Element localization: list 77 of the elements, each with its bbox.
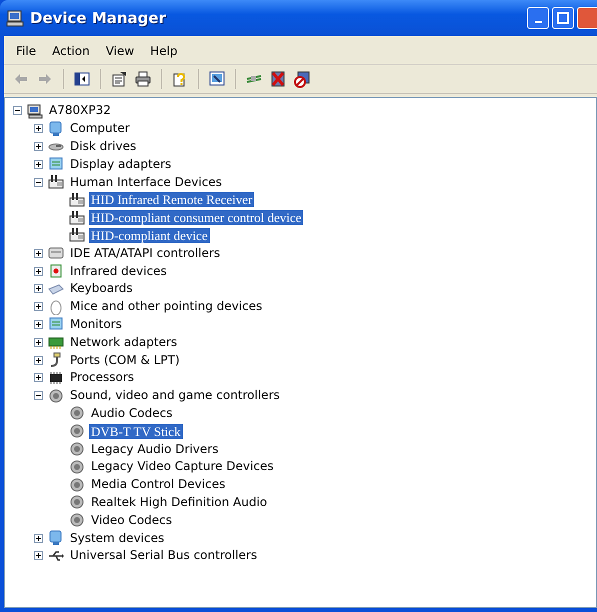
expand-icon[interactable] — [34, 284, 43, 294]
tree-item[interactable]: System devices — [68, 530, 166, 546]
tree-item[interactable]: DVB-T TV Stick — [89, 424, 183, 439]
expand-icon[interactable] — [34, 356, 43, 365]
menu-item[interactable]: Action — [44, 40, 98, 62]
speaker-icon — [69, 423, 85, 440]
tree-item[interactable]: Human Interface Devices — [68, 174, 224, 190]
input-device-icon — [69, 192, 85, 208]
collapse-icon[interactable] — [13, 106, 22, 116]
tree-item[interactable]: Computer — [68, 121, 132, 136]
tree-item[interactable]: Disk drives — [68, 138, 138, 154]
computer-icon — [6, 9, 24, 27]
controller-icon — [48, 245, 64, 262]
printer-icon — [134, 70, 152, 88]
speaker-icon — [69, 441, 85, 458]
tree-item[interactable]: Ports (COM & LPT) — [68, 352, 182, 368]
console-tree-icon — [73, 70, 91, 88]
tree-item[interactable]: HID-compliant device — [89, 228, 210, 243]
expand-icon[interactable] — [34, 124, 43, 134]
speaker-icon — [69, 476, 85, 493]
tree-item[interactable]: Realtek High Definition Audio — [89, 494, 270, 510]
tree-item[interactable]: IDE ATA/ATAPI controllers — [68, 246, 222, 261]
collapse-icon[interactable] — [34, 391, 43, 400]
tree-item[interactable]: Media Control Devices — [89, 477, 228, 492]
expand-icon[interactable] — [34, 302, 43, 312]
speaker-icon — [69, 405, 85, 422]
minimize-button[interactable] — [527, 7, 549, 29]
tree-item[interactable]: Legacy Video Capture Devices — [89, 459, 276, 474]
minimize-icon — [534, 21, 542, 23]
menu-item[interactable]: Help — [142, 40, 186, 62]
tree-item[interactable]: Audio Codecs — [89, 406, 174, 421]
display-adapter-icon — [48, 156, 64, 172]
tree-item[interactable]: Mice and other pointing devices — [68, 299, 264, 314]
expand-icon[interactable] — [34, 266, 43, 276]
scan-monitor-icon — [208, 70, 226, 88]
tree-item[interactable]: Processors — [68, 370, 136, 386]
properties-icon — [110, 70, 128, 88]
tree-item[interactable]: HID Infrared Remote Receiver — [89, 192, 254, 208]
expand-icon[interactable] — [34, 551, 43, 560]
tree-item[interactable]: Network adapters — [68, 334, 180, 350]
uninstall-icon — [269, 70, 287, 88]
tree-item[interactable]: Legacy Audio Drivers — [89, 442, 220, 457]
tree-item[interactable]: A780XP32 — [47, 103, 113, 118]
collapse-icon[interactable] — [34, 178, 43, 187]
input-device-icon — [69, 227, 85, 244]
computer-icon — [27, 102, 43, 119]
tree-item[interactable]: Monitors — [68, 316, 124, 332]
expand-icon[interactable] — [34, 534, 43, 543]
maximize-button[interactable] — [552, 7, 574, 29]
tree-item[interactable]: HID-compliant consumer control device — [89, 210, 304, 226]
expand-icon[interactable] — [34, 373, 43, 382]
input-device-icon — [48, 174, 64, 190]
expand-icon[interactable] — [34, 248, 43, 258]
display-adapter-icon — [48, 316, 64, 332]
speaker-icon — [69, 458, 85, 475]
tree-item[interactable]: Keyboards — [68, 281, 135, 296]
tree-item[interactable]: Display adapters — [68, 156, 174, 172]
menu-item[interactable]: View — [98, 40, 142, 62]
disable-icon — [293, 70, 311, 88]
expand-icon[interactable] — [34, 160, 43, 169]
maximize-icon — [557, 12, 569, 24]
tree-item[interactable]: Video Codecs — [89, 512, 174, 528]
infrared-device-icon — [48, 263, 64, 280]
expand-icon[interactable] — [34, 338, 43, 347]
speaker-icon — [48, 388, 64, 404]
tree-item[interactable]: Sound, video and game controllers — [68, 388, 282, 404]
tree-item[interactable]: Universal Serial Bus controllers — [68, 548, 260, 564]
menu-item[interactable]: File — [8, 40, 44, 62]
speaker-icon — [69, 494, 85, 510]
input-device-icon — [69, 210, 85, 226]
tree-item[interactable]: Infrared devices — [68, 264, 169, 279]
processor-chip-icon — [48, 370, 64, 386]
speaker-icon — [69, 512, 85, 528]
expand-icon[interactable] — [34, 142, 43, 151]
window-title: Device Manager — [30, 8, 167, 29]
close-button[interactable] — [577, 7, 597, 29]
expand-icon[interactable] — [34, 320, 43, 329]
